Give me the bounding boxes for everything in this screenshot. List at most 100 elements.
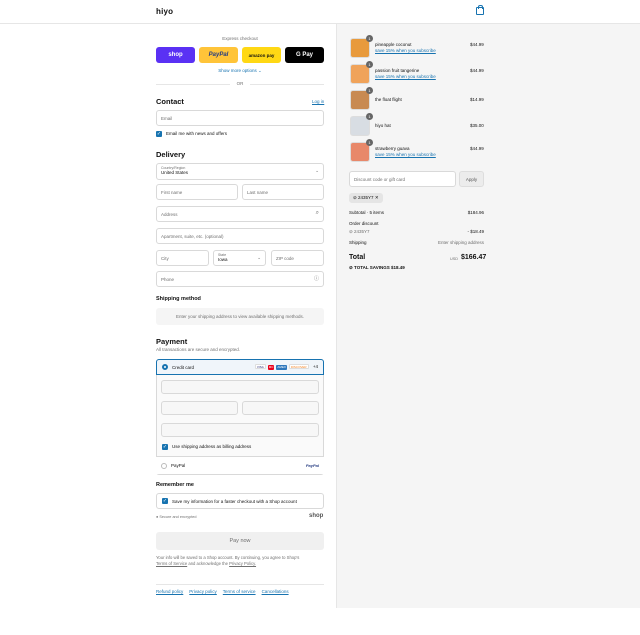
address-field[interactable]: Address ⌕ — [156, 206, 324, 222]
discount-code-field[interactable]: Discount code or gift card — [349, 171, 456, 187]
delivery-heading: Delivery — [156, 150, 186, 159]
billing-checkbox-row[interactable]: ✓ Use shipping address as billing address — [162, 444, 251, 450]
legal-text-part: and acknowledge the — [188, 561, 228, 566]
email-field[interactable]: Email — [156, 110, 324, 126]
state-value: Iowa — [218, 257, 228, 262]
terms-link[interactable]: Terms of Service — [156, 561, 187, 566]
radio-selected-icon[interactable] — [162, 364, 168, 370]
save-info-row[interactable]: ✓ Save my information for a faster checko… — [156, 493, 324, 509]
discount-code-row: ⊘ 2435Y7 - $18.49 — [349, 229, 484, 235]
product-name: passion fruit tangerine — [375, 68, 420, 73]
news-checkbox-row[interactable]: ✓ Email me with news and offers — [156, 131, 227, 137]
discount-tag: ⊘ 2435Y7 ✕ — [349, 193, 383, 203]
legal-text-part: Your info will be saved to a Shop accoun… — [156, 555, 300, 560]
shipping-label: Shipping — [349, 240, 367, 245]
name-on-card-field[interactable] — [161, 423, 319, 437]
paypal-logo-icon: PayPal — [305, 463, 319, 468]
help-icon[interactable]: ⓘ — [314, 275, 319, 282]
billing-label: Use shipping address as billing address — [172, 444, 252, 450]
login-link[interactable]: Log in — [312, 99, 324, 104]
card-number-field[interactable] — [161, 380, 319, 394]
privacy-policy-link[interactable]: Privacy policy — [189, 589, 217, 594]
phone-field[interactable]: Phone ⓘ — [156, 271, 324, 287]
footer-links: Refund policy Privacy policy Terms of serv… — [156, 589, 295, 594]
check-icon[interactable]: ✓ — [156, 131, 162, 137]
discount-tag-code: 2435Y7 — [358, 195, 374, 200]
paypal-label: PayPal — [171, 463, 186, 468]
paypal-option[interactable]: PayPal PayPal — [156, 456, 324, 474]
tag-icon: ⊘ — [349, 265, 353, 270]
terms-of-service-link[interactable]: Terms of service — [223, 589, 256, 594]
secure-note: ● Secure and encrypted — [156, 515, 197, 519]
search-icon: ⌕ — [315, 210, 319, 216]
show-more-label: Show more options — [218, 68, 257, 73]
city-field[interactable]: City — [156, 250, 209, 266]
product-name: strawberry guava — [375, 146, 410, 151]
close-icon[interactable]: ✕ — [375, 195, 379, 200]
total-label: Total — [349, 254, 366, 261]
quantity-badge: 1 — [366, 139, 373, 146]
state-select[interactable]: State Iowa ⌄ — [213, 250, 266, 266]
amazon-pay-button[interactable]: amazon pay — [242, 47, 281, 63]
privacy-link[interactable]: Privacy Policy. — [229, 561, 256, 566]
product-price: $35.00 — [470, 123, 484, 128]
zip-field[interactable]: ZIP code — [271, 250, 324, 266]
subtotal-row: Subtotal · 5 items $184.96 — [349, 210, 484, 215]
save-info-label: Save my information for a faster checkou… — [172, 498, 297, 504]
order-discount-row: Order discount — [349, 221, 484, 226]
quantity-badge: 1 — [366, 87, 373, 94]
savings-label: TOTAL SAVINGS — [354, 265, 390, 270]
shipping-row: Shipping Enter shipping address — [349, 240, 484, 245]
google-pay-button[interactable]: G Pay — [285, 47, 324, 63]
divider — [156, 584, 324, 585]
chevron-down-icon: ⌄ — [315, 168, 319, 173]
subscribe-link[interactable]: save 15% when you subscribe — [375, 74, 436, 79]
total-savings: ⊘ TOTAL SAVINGS $18.49 — [349, 265, 405, 271]
first-name-field[interactable]: First name — [156, 184, 238, 200]
phone-placeholder: Phone — [161, 276, 175, 282]
discover-icon: DISCOVER — [288, 364, 309, 369]
apartment-field[interactable]: Apartment, suite, etc. (optional) — [156, 228, 324, 244]
check-icon[interactable]: ✓ — [162, 444, 168, 450]
shipping-value: Enter shipping address — [437, 240, 484, 245]
country-value: United States — [161, 170, 189, 175]
news-label: Email me with news and offers — [166, 131, 227, 137]
subscribe-link[interactable]: save 15% when you subscribe — [375, 48, 436, 53]
chevron-down-icon: ⌄ — [257, 255, 261, 260]
shop-pay-button[interactable]: shop — [156, 47, 195, 63]
check-icon[interactable]: ✓ — [162, 498, 168, 504]
tag-icon: ⊘ — [353, 195, 357, 200]
refund-policy-link[interactable]: Refund policy — [156, 589, 183, 594]
shopping-bag-icon[interactable] — [476, 5, 484, 15]
apply-button[interactable]: Apply — [459, 171, 484, 187]
country-select[interactable]: Country/Region United States ⌄ — [156, 163, 324, 180]
currency-label: USD — [450, 257, 459, 261]
product-name: hiyo hat — [375, 123, 391, 128]
shop-logo: shop — [309, 513, 324, 519]
payment-heading: Payment — [156, 337, 188, 346]
header: hiyo — [0, 0, 640, 24]
order-summary-panel — [336, 24, 640, 608]
address-placeholder: Address — [161, 211, 178, 217]
radio-unselected-icon[interactable] — [161, 462, 167, 469]
product-price: $44.99 — [470, 146, 484, 151]
cancellations-link[interactable]: Cancellations — [262, 589, 289, 594]
subscribe-link[interactable]: save 15% when you subscribe — [375, 152, 436, 157]
amex-icon: AMEX — [276, 365, 287, 370]
card-brands: VISA MC AMEX DISCOVER +4 — [253, 364, 318, 370]
paypal-button[interactable]: PayPal — [199, 47, 238, 63]
mastercard-icon: MC — [267, 365, 275, 370]
show-more-options-link[interactable]: Show more options ⌄ — [156, 68, 324, 74]
last-name-field[interactable]: Last name — [242, 184, 324, 200]
card-cvv-field[interactable] — [242, 401, 319, 415]
store-logo[interactable]: hiyo — [156, 7, 173, 16]
express-checkout-title: Express checkout — [222, 36, 258, 41]
shipping-method-note: Enter your shipping address to view avai… — [156, 308, 324, 325]
credit-card-label: Credit card — [172, 364, 195, 370]
card-expiry-field[interactable] — [161, 401, 238, 415]
credit-card-option[interactable]: Credit card VISA MC AMEX DISCOVER +4 — [156, 359, 324, 375]
discount-code-label: 2435Y7 — [354, 229, 370, 234]
savings-value: $18.49 — [390, 265, 405, 270]
chevron-down-icon: ⌄ — [258, 68, 262, 73]
pay-now-button[interactable]: Pay now — [156, 532, 324, 550]
